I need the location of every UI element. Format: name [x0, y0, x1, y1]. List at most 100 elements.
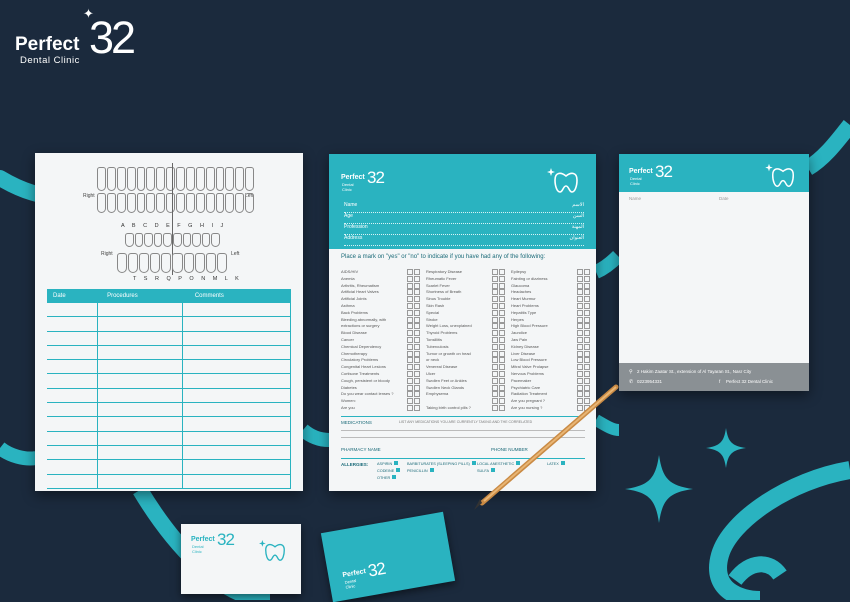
- table-row[interactable]: [47, 331, 291, 346]
- checkbox-no[interactable]: [584, 296, 590, 303]
- checkbox-no[interactable]: [414, 330, 420, 337]
- checkbox-no[interactable]: [499, 302, 505, 309]
- checkbox-no[interactable]: [414, 296, 420, 303]
- checkbox-yes[interactable]: [407, 330, 413, 337]
- allergy-checkbox[interactable]: [394, 461, 399, 465]
- checkbox-yes[interactable]: [577, 282, 583, 289]
- checkbox-no[interactable]: [584, 357, 590, 364]
- checkbox-no[interactable]: [414, 282, 420, 289]
- table-row[interactable]: [47, 303, 291, 318]
- table-cell[interactable]: [183, 331, 291, 345]
- checkbox-no[interactable]: [584, 350, 590, 357]
- checkbox-no[interactable]: [584, 309, 590, 316]
- allergy-checkbox[interactable]: [396, 468, 401, 472]
- checkbox-no[interactable]: [584, 316, 590, 323]
- table-row[interactable]: [47, 460, 291, 475]
- table-cell[interactable]: [183, 345, 291, 360]
- checkbox-yes[interactable]: [577, 302, 583, 309]
- allergy-option[interactable]: OTHER: [377, 475, 397, 480]
- checkbox-yes[interactable]: [577, 350, 583, 357]
- checkbox-no[interactable]: [499, 364, 505, 371]
- checkbox-no[interactable]: [414, 350, 420, 357]
- checkbox-yes[interactable]: [492, 364, 498, 371]
- checkbox-no[interactable]: [584, 343, 590, 350]
- checkbox-yes[interactable]: [407, 343, 413, 350]
- checkbox-no[interactable]: [414, 343, 420, 350]
- checkbox-yes[interactable]: [577, 309, 583, 316]
- table-cell[interactable]: [183, 417, 291, 431]
- checkbox-no[interactable]: [584, 323, 590, 330]
- table-cell[interactable]: [98, 431, 183, 445]
- checkbox-no[interactable]: [499, 296, 505, 303]
- checkbox-yes[interactable]: [577, 316, 583, 323]
- checkbox-yes[interactable]: [407, 391, 413, 398]
- checkbox-no[interactable]: [414, 316, 420, 323]
- allergy-option[interactable]: PENICILLIN: [407, 468, 434, 473]
- table-row[interactable]: [47, 403, 291, 418]
- checkbox-no[interactable]: [414, 275, 420, 282]
- checkbox-yes[interactable]: [492, 282, 498, 289]
- checkbox-yes[interactable]: [577, 370, 583, 377]
- checkbox-yes[interactable]: [492, 370, 498, 377]
- table-cell[interactable]: [183, 388, 291, 403]
- checkbox-no[interactable]: [414, 370, 420, 377]
- checkbox-yes[interactable]: [407, 384, 413, 391]
- checkbox-yes[interactable]: [407, 269, 413, 275]
- checkbox-no[interactable]: [584, 282, 590, 289]
- checkbox-no[interactable]: [414, 357, 420, 364]
- checkbox-no[interactable]: [414, 336, 420, 343]
- field-profession[interactable]: Profession المهنة: [344, 224, 584, 235]
- checkbox-yes[interactable]: [407, 398, 413, 405]
- checkbox-no[interactable]: [414, 384, 420, 391]
- checkbox-no[interactable]: [414, 404, 420, 411]
- checkbox-yes[interactable]: [492, 269, 498, 275]
- checkbox-yes[interactable]: [407, 357, 413, 364]
- checkbox-yes[interactable]: [407, 336, 413, 343]
- checkbox-no[interactable]: [584, 289, 590, 296]
- checkbox-no[interactable]: [499, 357, 505, 364]
- checkbox-no[interactable]: [414, 323, 420, 330]
- checkbox-yes[interactable]: [407, 289, 413, 296]
- checkbox-yes[interactable]: [407, 350, 413, 357]
- allergy-checkbox[interactable]: [429, 468, 434, 472]
- table-cell[interactable]: [47, 317, 98, 331]
- field-age[interactable]: Age السن: [344, 213, 584, 224]
- checkbox-no[interactable]: [499, 289, 505, 296]
- checkbox-no[interactable]: [499, 370, 505, 377]
- table-cell[interactable]: [98, 403, 183, 417]
- table-cell[interactable]: [47, 460, 98, 474]
- checkbox-no[interactable]: [499, 343, 505, 350]
- checkbox-no[interactable]: [499, 350, 505, 357]
- checkbox-no[interactable]: [414, 398, 420, 405]
- table-cell[interactable]: [183, 303, 291, 317]
- checkbox-yes[interactable]: [407, 275, 413, 282]
- checkbox-yes[interactable]: [492, 323, 498, 330]
- checkbox-yes[interactable]: [492, 289, 498, 296]
- checkbox-no[interactable]: [414, 289, 420, 296]
- checkbox-yes[interactable]: [407, 377, 413, 384]
- table-row[interactable]: [47, 431, 291, 446]
- allergy-option[interactable]: ASPIRIN: [377, 461, 399, 466]
- table-cell[interactable]: [98, 303, 183, 317]
- checkbox-yes[interactable]: [492, 302, 498, 309]
- table-cell[interactable]: [98, 445, 183, 460]
- table-cell[interactable]: [98, 474, 183, 488]
- table-row[interactable]: [47, 388, 291, 404]
- checkbox-yes[interactable]: [407, 282, 413, 289]
- field-name[interactable]: Name الاسم: [344, 202, 584, 213]
- checkbox-yes[interactable]: [577, 269, 583, 275]
- checkbox-no[interactable]: [499, 330, 505, 337]
- checkbox-no[interactable]: [499, 316, 505, 323]
- table-cell[interactable]: [47, 445, 98, 460]
- table-cell[interactable]: [183, 474, 291, 488]
- checkbox-yes[interactable]: [492, 336, 498, 343]
- checkbox-yes[interactable]: [492, 296, 498, 303]
- checkbox-no[interactable]: [414, 364, 420, 371]
- checkbox-yes[interactable]: [577, 330, 583, 337]
- checkbox-yes[interactable]: [407, 364, 413, 371]
- checkbox-yes[interactable]: [492, 330, 498, 337]
- field-address[interactable]: Address العنوان: [344, 235, 584, 246]
- allergy-checkbox[interactable]: [392, 475, 397, 479]
- checkbox-yes[interactable]: [492, 343, 498, 350]
- checkbox-no[interactable]: [584, 275, 590, 282]
